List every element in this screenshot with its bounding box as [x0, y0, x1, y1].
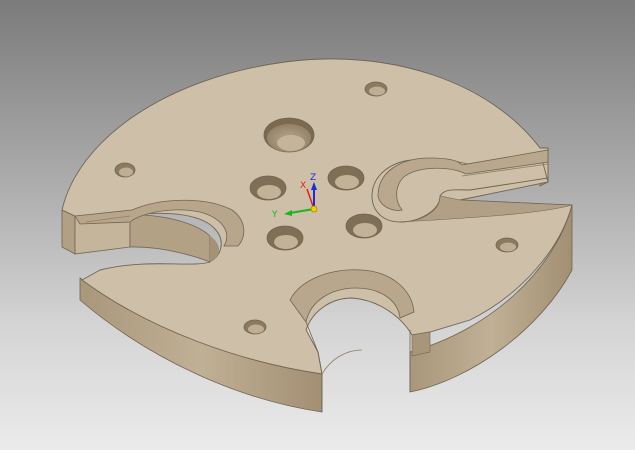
y-axis-label: Y [271, 210, 278, 220]
hole-large-top[interactable] [263, 117, 315, 153]
hole-small-left[interactable] [114, 162, 136, 178]
hole-small-bottom[interactable] [243, 319, 267, 335]
hole-small-top-right[interactable] [364, 81, 388, 97]
cad-model-canvas[interactable]: X Y Z [0, 0, 635, 450]
hole-small-right[interactable] [495, 237, 519, 253]
hole-medium-4[interactable] [345, 213, 383, 239]
origin-point [310, 205, 318, 213]
graphics-viewport[interactable]: X Y Z [0, 0, 635, 450]
hole-medium-3[interactable] [266, 225, 304, 251]
hole-medium-1[interactable] [249, 175, 287, 201]
z-axis-label: Z [310, 173, 316, 183]
x-axis-label: X [300, 181, 306, 191]
hole-medium-2[interactable] [327, 165, 365, 191]
